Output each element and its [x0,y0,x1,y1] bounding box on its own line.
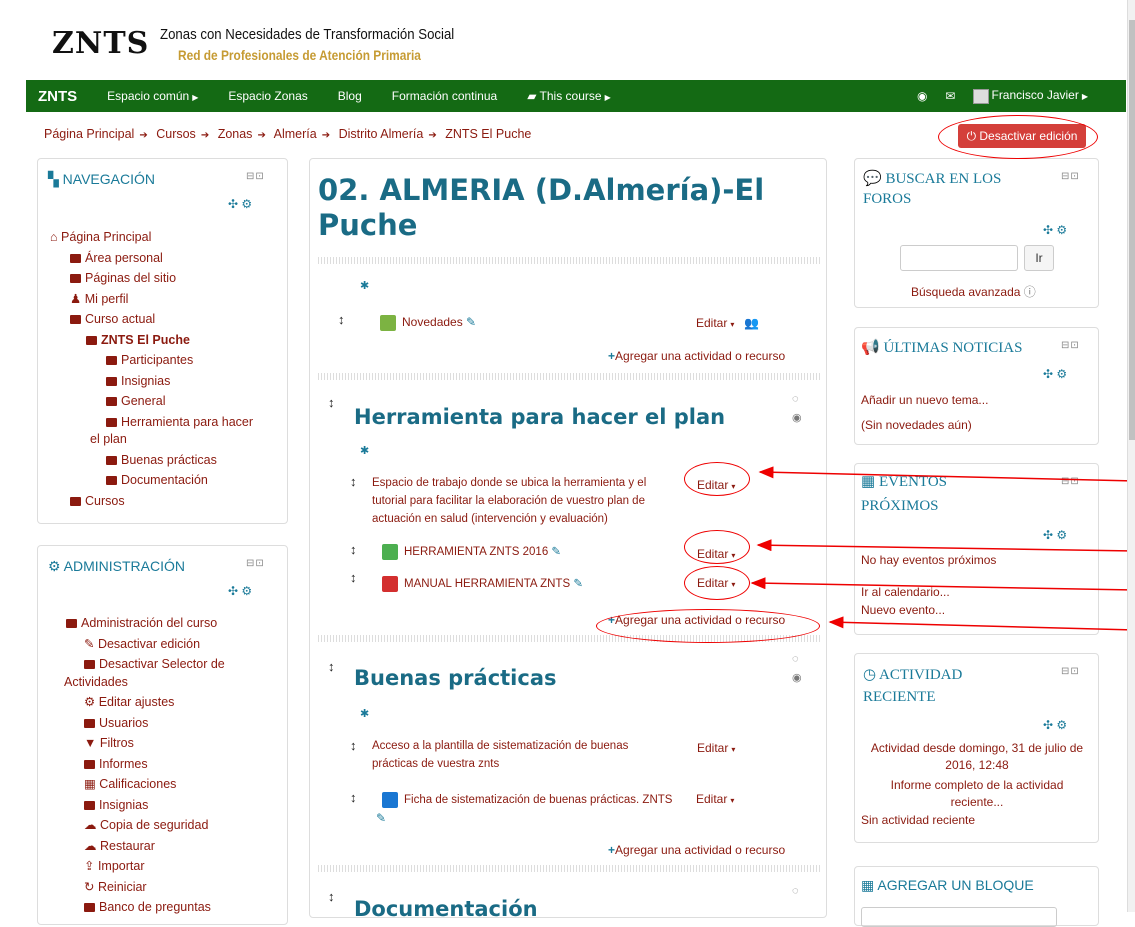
annotation-arrow [758,466,1135,482]
annotation-arrows [750,466,1135,631]
page-scrollbar[interactable] [1127,0,1135,912]
annotation-arrow [750,577,1135,591]
annotation-arrow [828,616,1135,631]
scrollbar-thumb[interactable] [1129,20,1135,440]
annotation-arrow [756,539,1135,552]
